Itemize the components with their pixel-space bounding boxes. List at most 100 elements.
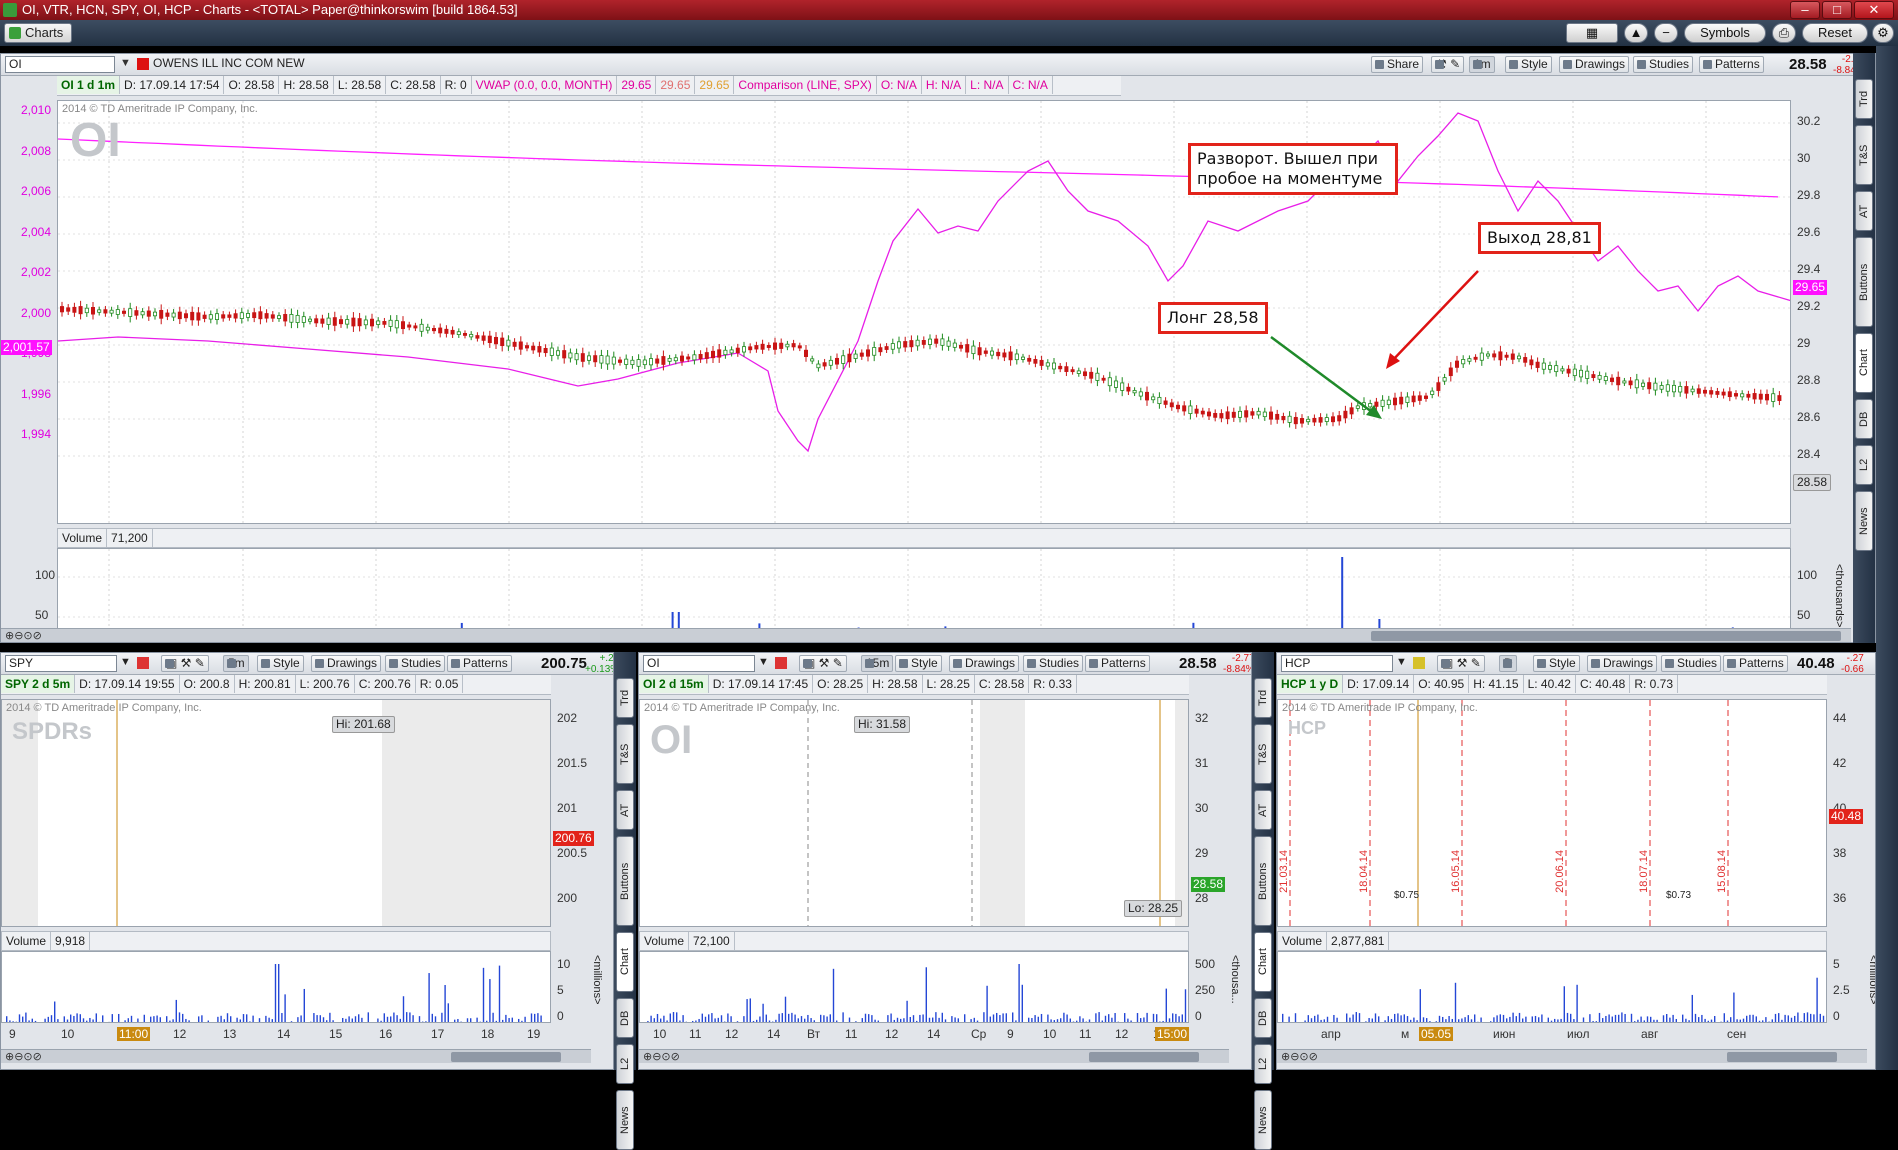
tools-icons[interactable]: ▣ ⚒ ✎ xyxy=(799,655,847,672)
chart-period[interactable]: OI 1 d 1m xyxy=(57,76,120,94)
side-tab-l2[interactable]: L2 xyxy=(616,1044,634,1084)
side-tab-db[interactable]: DB xyxy=(1855,399,1873,439)
price-chart[interactable]: 2014 © TD Ameritrade IP Company, Inc.OIH… xyxy=(639,699,1189,927)
price-chart[interactable]: 2014 © TD Ameritrade IP Company, Inc.HCP… xyxy=(1277,699,1827,927)
side-tab-db[interactable]: DB xyxy=(616,998,634,1038)
dropdown-icon[interactable]: ▼ xyxy=(758,656,769,668)
period-button[interactable]: 1m xyxy=(1469,56,1495,73)
main-price-chart[interactable]: 2014 © TD Ameritrade IP Company, Inc. OI… xyxy=(57,100,1791,524)
side-tab-chart[interactable]: Chart xyxy=(616,932,634,992)
comparison-study[interactable]: Comparison (LINE, SPX) xyxy=(734,76,876,94)
settings-icon[interactable]: ⚙ xyxy=(1872,23,1894,43)
patterns-button[interactable]: Patterns xyxy=(1699,56,1764,73)
side-tab-db[interactable]: DB xyxy=(1254,998,1272,1038)
symbol-input[interactable]: OI xyxy=(5,56,115,73)
side-tab-ts[interactable]: T&S xyxy=(616,724,634,784)
triangle-up-icon[interactable]: ▲ xyxy=(1624,23,1648,43)
dropdown-icon[interactable]: ▼ xyxy=(1396,656,1407,668)
style-button[interactable]: Style xyxy=(1505,56,1552,73)
chart-period[interactable]: OI 2 d 15m xyxy=(639,675,709,693)
link-icon[interactable] xyxy=(1413,657,1425,669)
annotation-reversal[interactable]: Разворот. Вышел при пробое на моментуме xyxy=(1188,143,1398,195)
studies-button[interactable]: Studies xyxy=(1023,655,1083,672)
volume-chart[interactable] xyxy=(1,951,551,1023)
horizontal-scrollbar[interactable]: ⊕⊖⊙⊘ xyxy=(1277,1049,1867,1063)
annotation-exit[interactable]: Выход 28,81 xyxy=(1478,222,1601,254)
tools-icons[interactable]: ⚒ ✎ xyxy=(1431,56,1464,73)
dropdown-icon[interactable]: ▼ xyxy=(120,656,131,668)
patterns-button[interactable]: Patterns xyxy=(1085,655,1150,672)
zoom-controls[interactable]: ⊕⊖⊙⊘ xyxy=(5,629,42,642)
horizontal-scrollbar[interactable]: ⊕⊖⊙⊘ xyxy=(1,1049,591,1063)
side-tab-at[interactable]: AT xyxy=(1855,191,1873,231)
side-tab-l2[interactable]: L2 xyxy=(1855,445,1873,485)
side-tab-chart[interactable]: Chart xyxy=(1254,932,1272,992)
period-button[interactable]: 5m xyxy=(223,655,249,672)
symbol-input[interactable]: OI xyxy=(643,655,755,672)
printer-icon[interactable]: ⎙ xyxy=(1772,23,1796,43)
zoom-controls[interactable]: ⊕⊖⊙⊘ xyxy=(643,1050,680,1063)
side-tab-buttons[interactable]: Buttons xyxy=(1254,836,1272,926)
tools-icons[interactable]: ▣ ⚒ ✎ xyxy=(1437,655,1485,672)
patterns-button[interactable]: Patterns xyxy=(447,655,512,672)
volume-chart[interactable] xyxy=(639,951,1189,1023)
studies-button[interactable]: Studies xyxy=(1661,655,1721,672)
style-button[interactable]: Style xyxy=(895,655,942,672)
side-tab-news[interactable]: News xyxy=(1254,1090,1272,1150)
annotation-long[interactable]: Лонг 28,58 xyxy=(1158,302,1268,334)
studies-button[interactable]: Studies xyxy=(385,655,445,672)
main-horizontal-scrollbar[interactable]: ⊕⊖⊙⊘ xyxy=(1,628,1851,642)
patterns-button[interactable]: Patterns xyxy=(1723,655,1788,672)
alert-icon[interactable] xyxy=(137,58,149,70)
grid-layout-button[interactable]: ▦ xyxy=(1566,23,1618,43)
link-icon[interactable] xyxy=(775,657,787,669)
reset-button[interactable]: Reset xyxy=(1802,23,1868,43)
symbol-input[interactable]: SPY xyxy=(5,655,117,672)
drawings-button[interactable]: Drawings xyxy=(311,655,381,672)
side-tab-news[interactable]: News xyxy=(1855,491,1873,551)
zoom-controls[interactable]: ⊕⊖⊙⊘ xyxy=(5,1050,42,1063)
side-tab-l2[interactable]: L2 xyxy=(1254,1044,1272,1084)
period-button[interactable]: D xyxy=(1499,655,1517,672)
chart-period[interactable]: HCP 1 y D xyxy=(1277,675,1343,693)
drawings-button[interactable]: Drawings xyxy=(1559,56,1629,73)
price-chart[interactable]: 2014 © TD Ameritrade IP Company, Inc.SPD… xyxy=(1,699,551,927)
volume-chart[interactable] xyxy=(1277,951,1827,1023)
charts-tab[interactable]: Charts xyxy=(4,23,72,43)
drawings-button[interactable]: Drawings xyxy=(949,655,1019,672)
minus-icon[interactable]: − xyxy=(1654,23,1678,43)
studies-button[interactable]: Studies xyxy=(1633,56,1693,73)
link-icon[interactable] xyxy=(137,657,149,669)
side-tab-at[interactable]: AT xyxy=(1254,790,1272,830)
zoom-controls[interactable]: ⊕⊖⊙⊘ xyxy=(1281,1050,1318,1063)
side-tab-ts[interactable]: T&S xyxy=(1855,125,1873,185)
symbol-input[interactable]: HCP xyxy=(1281,655,1393,672)
style-button[interactable]: Style xyxy=(257,655,304,672)
side-tab-news[interactable]: News xyxy=(616,1090,634,1150)
vwap-study[interactable]: VWAP (0.0, 0.0, MONTH) xyxy=(472,76,618,94)
side-tab-buttons[interactable]: Buttons xyxy=(616,836,634,926)
side-tab-at[interactable]: AT xyxy=(616,790,634,830)
side-tab-trd[interactable]: Trd xyxy=(1855,79,1873,119)
close-button[interactable]: ✕ xyxy=(1854,1,1894,19)
scroll-thumb[interactable] xyxy=(451,1052,561,1062)
minimize-button[interactable]: – xyxy=(1790,1,1820,19)
drawings-button[interactable]: Drawings xyxy=(1587,655,1657,672)
style-button[interactable]: Style xyxy=(1533,655,1580,672)
side-tab-ts[interactable]: T&S xyxy=(1254,724,1272,784)
scroll-thumb[interactable] xyxy=(1371,631,1841,641)
scroll-thumb[interactable] xyxy=(1089,1052,1199,1062)
maximize-button[interactable]: □ xyxy=(1822,1,1852,19)
scroll-thumb[interactable] xyxy=(1727,1052,1837,1062)
horizontal-scrollbar[interactable]: ⊕⊖⊙⊘ xyxy=(639,1049,1229,1063)
side-tab-chart[interactable]: Chart xyxy=(1855,333,1873,393)
side-tab-trd[interactable]: Trd xyxy=(1254,678,1272,718)
period-button[interactable]: 15m xyxy=(861,655,893,672)
tools-icons[interactable]: ▣ ⚒ ✎ xyxy=(161,655,209,672)
symbols-button[interactable]: Symbols xyxy=(1684,23,1766,43)
share-button[interactable]: Share xyxy=(1371,56,1423,73)
side-tab-trd[interactable]: Trd xyxy=(616,678,634,718)
chart-period[interactable]: SPY 2 d 5m xyxy=(1,675,75,693)
dropdown-icon[interactable]: ▼ xyxy=(120,57,131,69)
side-tab-buttons[interactable]: Buttons xyxy=(1855,237,1873,327)
